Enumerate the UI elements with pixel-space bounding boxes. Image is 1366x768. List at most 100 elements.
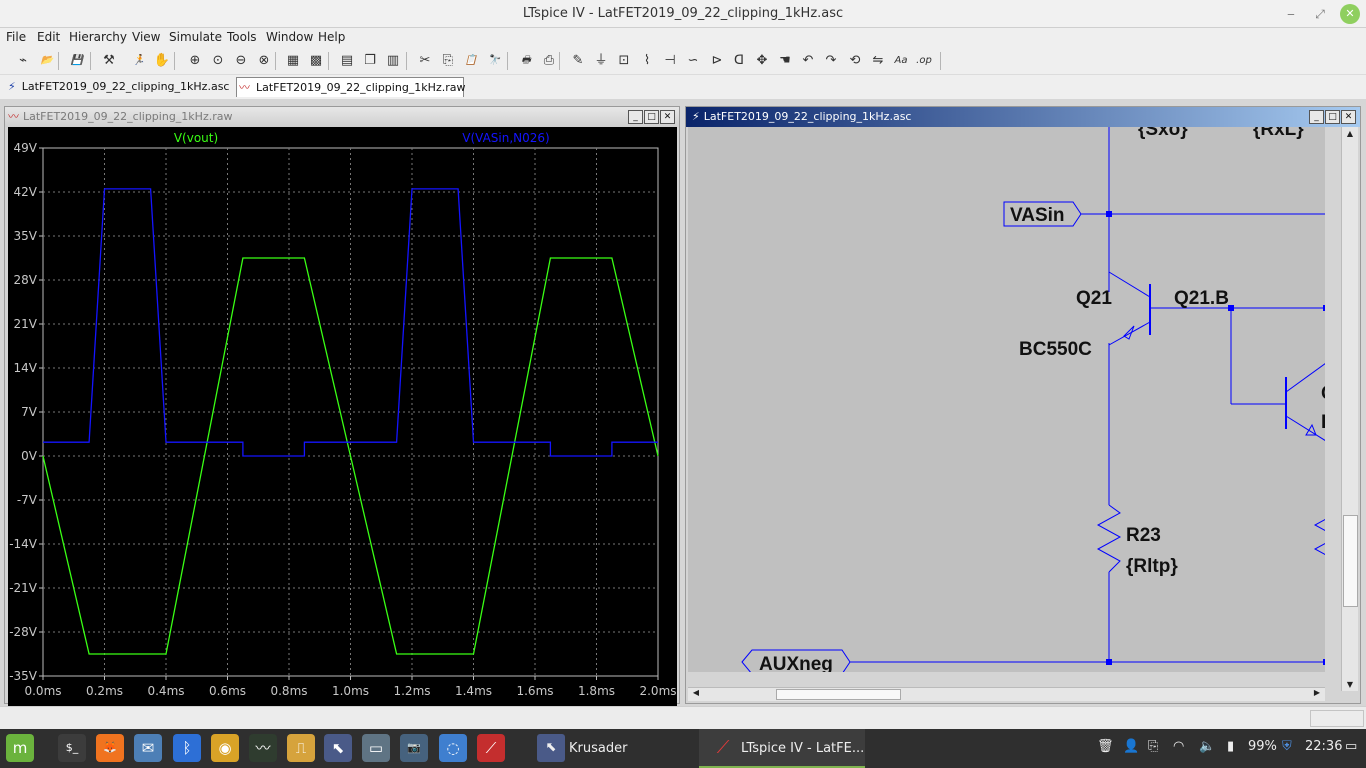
tile-vertical-icon[interactable]: ▥ (383, 51, 403, 71)
halt-icon[interactable]: ✋ (152, 51, 172, 71)
user-icon[interactable]: 👤 (1123, 739, 1139, 754)
scroll-right-arrow-icon[interactable]: ▶ (1310, 688, 1324, 697)
capacitor-icon[interactable]: ⊣ (660, 51, 680, 71)
label-net-icon[interactable]: ⊡ (614, 51, 634, 71)
update-manager-icon[interactable]: ⎘ (1148, 739, 1158, 754)
zoom-fit-icon[interactable]: ⊗ (254, 51, 274, 71)
schematic-maximize-button[interactable]: □ (1325, 110, 1340, 124)
drag-hand-icon[interactable]: ☚ (775, 51, 795, 71)
schematic-minimize-button[interactable]: _ (1309, 110, 1324, 124)
resistor-icon[interactable]: ⌇ (637, 51, 657, 71)
bluetooth-icon[interactable]: ᛒ (173, 734, 201, 762)
waveform-minimize-button[interactable]: _ (628, 110, 643, 124)
undo-icon[interactable]: ↶ (798, 51, 818, 71)
component-icon[interactable]: ᗡ (729, 51, 749, 71)
window-title: LTspice IV - LatFET2019_09_22_clipping_1… (522, 6, 844, 21)
zoom-in-icon[interactable]: ⊕ (185, 51, 205, 71)
mirror-icon[interactable]: ⇋ (868, 51, 888, 71)
trash-icon[interactable]: 🗑 (1097, 739, 1114, 754)
ltspice-launcher-icon[interactable]: ⟋ (477, 734, 505, 762)
tab-schematic[interactable]: ⚡ LatFET2019_09_22_clipping_1kHz.asc (4, 77, 234, 97)
menu-help[interactable]: Help (318, 30, 345, 44)
task-krusader[interactable]: ⬉ Krusader (531, 729, 691, 768)
rotate-icon[interactable]: ⟲ (845, 51, 865, 71)
label-rltp: {Rltp} (1126, 556, 1178, 577)
schematic-drawing[interactable]: {Sxo} {RxL} VASin Q21 Q21.B BC550C Q1 BC… (688, 127, 1325, 672)
ground-icon[interactable]: ⏚ (591, 51, 611, 71)
network-icon[interactable]: ◌ (439, 734, 467, 762)
print-icon[interactable]: ⎙ (539, 51, 559, 71)
battery-icon[interactable]: ▮ (1227, 739, 1234, 754)
waveform-chart[interactable]: 49V 42V 35V 28V 21V 14V 7V 0V -7V -14V -21V -28V -35… (8, 127, 677, 708)
pan-icon[interactable]: ⊙ (208, 51, 228, 71)
inductor-icon[interactable]: ∽ (683, 51, 703, 71)
menu-file[interactable]: File (6, 30, 26, 44)
right-resistor-symbol (1313, 518, 1325, 556)
minimize-icon[interactable]: ‒ (1281, 4, 1301, 24)
close-icon[interactable]: ✕ (1340, 4, 1360, 24)
schematic-horizontal-scrollbar[interactable]: ◀ ▶ (688, 687, 1325, 701)
mint-menu-icon[interactable]: m (6, 734, 34, 762)
krusader-launcher-icon[interactable]: ⬉ (324, 734, 352, 762)
wifi-icon[interactable]: ◠ (1173, 739, 1184, 754)
cascade-icon[interactable]: ❐ (360, 51, 380, 71)
waveform-close-button[interactable]: ✕ (660, 110, 675, 124)
autorange-icon[interactable]: ▦ (283, 51, 303, 71)
schematic-close-button[interactable]: ✕ (1341, 110, 1356, 124)
redo-icon[interactable]: ↷ (821, 51, 841, 71)
waveform-plot-area[interactable]: 49V 42V 35V 28V 21V 14V 7V 0V -7V -14V -21V -28V -35… (8, 127, 677, 708)
print-preview-icon[interactable]: 🖶 (516, 51, 536, 71)
schematic-editor-icon[interactable]: ⎍ (287, 734, 315, 762)
menu-hierarchy[interactable]: Hierarchy (69, 30, 127, 44)
find-icon[interactable]: 🔭 (484, 51, 504, 71)
run-icon[interactable]: 🏃 (129, 51, 149, 71)
show-desktop-icon[interactable]: ▭ (1345, 739, 1357, 754)
move-hand-icon[interactable]: ✥ (752, 51, 772, 71)
menu-tools[interactable]: Tools (227, 30, 257, 44)
terminal-icon[interactable]: $_ (58, 734, 86, 762)
y-tick-label: 42V (14, 185, 38, 199)
schematic-canvas[interactable]: {Sxo} {RxL} VASin Q21 Q21.B BC550C Q1 BC… (688, 127, 1325, 672)
schematic-window[interactable]: ⚡ LatFET2019_09_22_clipping_1kHz.asc _ □ … (685, 106, 1361, 704)
menu-simulate[interactable]: Simulate (169, 30, 222, 44)
files-icon[interactable]: ▭ (362, 734, 390, 762)
scroll-down-arrow-icon[interactable]: ▼ (1343, 680, 1357, 689)
zoom-out-icon[interactable]: ⊖ (231, 51, 251, 71)
text-icon[interactable]: Aa (891, 51, 911, 71)
menu-view[interactable]: View (132, 30, 160, 44)
vertical-scroll-thumb[interactable] (1343, 515, 1358, 607)
copy-icon[interactable]: ⎘ (438, 51, 458, 71)
shield-icon[interactable]: ⛨ (1282, 739, 1292, 754)
y-tick-label: -28V (9, 625, 38, 639)
q21-emitter-leg (1108, 321, 1151, 346)
grid-icon[interactable]: ▩ (306, 51, 326, 71)
draw-wire-icon[interactable]: ✎ (568, 51, 588, 71)
schematic-vertical-scrollbar[interactable]: ▲ ▼ (1341, 127, 1358, 691)
cut-icon[interactable]: ✂ (415, 51, 435, 71)
chrome-icon[interactable]: ◉ (211, 734, 239, 762)
scroll-left-arrow-icon[interactable]: ◀ (689, 688, 703, 697)
task-ltspice[interactable]: ⟋ LTspice IV - LatFE... (699, 729, 865, 768)
scroll-up-arrow-icon[interactable]: ▲ (1343, 129, 1357, 138)
spice-directive-icon[interactable]: .op (914, 51, 934, 71)
system-monitor-icon[interactable]: 〰 (249, 734, 277, 762)
waveform-window[interactable]: 〰 LatFET2019_09_22_clipping_1kHz.raw _ □ … (4, 106, 680, 708)
horizontal-scroll-thumb[interactable] (776, 689, 901, 700)
menu-edit[interactable]: Edit (37, 30, 60, 44)
screenshot-icon[interactable]: 📷 (400, 734, 428, 762)
firefox-icon[interactable]: 🦊 (96, 734, 124, 762)
tile-horizontal-icon[interactable]: ▤ (337, 51, 357, 71)
tab-waveform[interactable]: 〰 LatFET2019_09_22_clipping_1kHz.raw (236, 77, 465, 97)
volume-icon[interactable]: 🔈 (1199, 739, 1215, 754)
mail-icon[interactable]: ✉ (134, 734, 162, 762)
new-schematic-icon[interactable]: ⌁ (13, 51, 33, 71)
menu-window[interactable]: Window (266, 30, 313, 44)
maximize-icon[interactable]: ⤢ (1310, 4, 1330, 24)
open-file-icon[interactable]: 📂 (37, 51, 57, 71)
diode-icon[interactable]: ⊳ (707, 51, 727, 71)
waveform-maximize-button[interactable]: □ (644, 110, 659, 124)
save-icon[interactable]: 💾 (67, 51, 87, 71)
clock[interactable]: 22:36 (1305, 739, 1342, 754)
paste-icon[interactable]: 📋 (461, 51, 481, 71)
control-panel-icon[interactable]: ⚒ (99, 51, 119, 71)
